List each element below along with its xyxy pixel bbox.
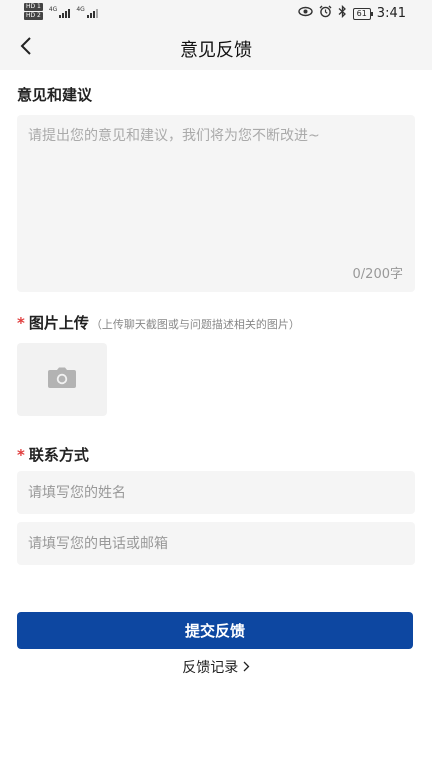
- nav-bar: 意见反馈: [0, 26, 432, 70]
- battery-icon: 61: [352, 7, 374, 20]
- chevron-right-icon: [243, 660, 250, 676]
- contact-field-box: [17, 522, 415, 565]
- sim-status: HD 1 HD 2 4G 4G: [24, 3, 98, 20]
- phone-email-input[interactable]: [17, 522, 415, 565]
- feedback-history-label: 反馈记录: [182, 660, 239, 676]
- required-mark: *: [17, 446, 25, 464]
- name-input[interactable]: [17, 471, 415, 514]
- feedback-history-link[interactable]: 反馈记录: [0, 657, 432, 677]
- camera-icon: [47, 367, 77, 393]
- bluetooth-icon: [338, 4, 347, 22]
- char-counter: 0/200字: [352, 267, 403, 282]
- network-type-2: 4G: [76, 5, 85, 13]
- contact-section-title: * 联系方式: [17, 444, 89, 465]
- image-upload-button[interactable]: [17, 343, 107, 416]
- required-mark: *: [17, 314, 25, 332]
- image-upload-label: 图片上传: [28, 314, 89, 332]
- eye-icon: [297, 6, 313, 21]
- name-field-box: [17, 471, 415, 514]
- hd-tags: HD 1 HD 2: [24, 3, 43, 20]
- system-status: 61 3:41: [297, 4, 406, 22]
- page-title: 意见反馈: [180, 40, 252, 61]
- clock-time: 3:41: [376, 6, 406, 21]
- suggestion-section-title: 意见和建议: [17, 86, 93, 104]
- signal-icon-sim2: 4G: [76, 5, 98, 18]
- status-bar: HD 1 HD 2 4G 4G 61 3:41: [0, 0, 432, 26]
- signal-icon-sim1: 4G: [48, 5, 71, 18]
- submit-feedback-button[interactable]: 提交反馈: [17, 612, 413, 649]
- image-upload-section-title: * 图片上传 （上传聊天截图或与问题描述相关的图片）: [17, 312, 300, 333]
- network-type-1: 4G: [48, 5, 58, 13]
- sim1-hd-tag: HD 1: [24, 3, 43, 11]
- suggestion-textarea-box: 0/200字: [17, 115, 415, 292]
- alarm-icon: [319, 5, 332, 22]
- sim2-hd-tag: HD 2: [24, 12, 43, 20]
- contact-label: 联系方式: [28, 446, 89, 464]
- image-upload-hint: （上传聊天截图或与问题描述相关的图片）: [90, 318, 300, 331]
